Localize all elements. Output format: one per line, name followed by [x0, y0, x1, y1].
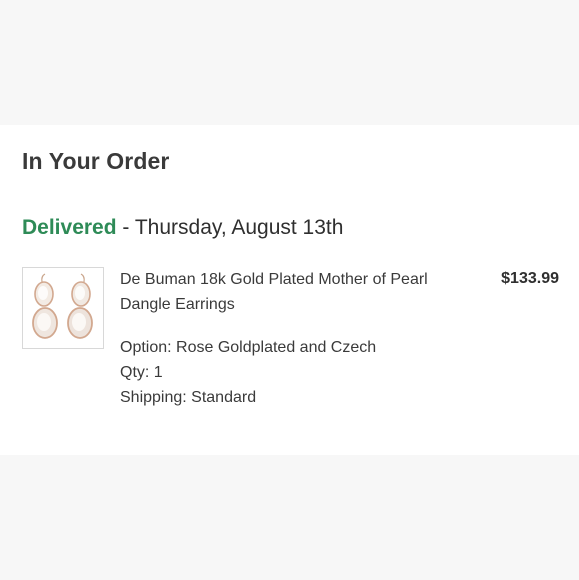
product-price: $133.99 — [501, 270, 559, 287]
product-quantity: Qty: 1 — [120, 364, 163, 381]
pearl-earrings-icon — [32, 273, 93, 339]
shipping-method: Shipping: Standard — [120, 389, 257, 406]
section-title: In Your Order — [22, 148, 170, 174]
status-separator: - — [116, 216, 135, 239]
product-name[interactable]: De Buman 18k Gold Plated Mother of Pearl… — [120, 267, 465, 317]
delivery-date: Thursday, August 13th — [134, 216, 344, 239]
status-badge: Delivered — [22, 216, 117, 239]
delivery-status: Delivered - Thursday, August 13th — [22, 216, 343, 240]
product-option: Option: Rose Goldplated and Czech — [120, 339, 377, 356]
product-thumbnail[interactable] — [22, 267, 104, 349]
